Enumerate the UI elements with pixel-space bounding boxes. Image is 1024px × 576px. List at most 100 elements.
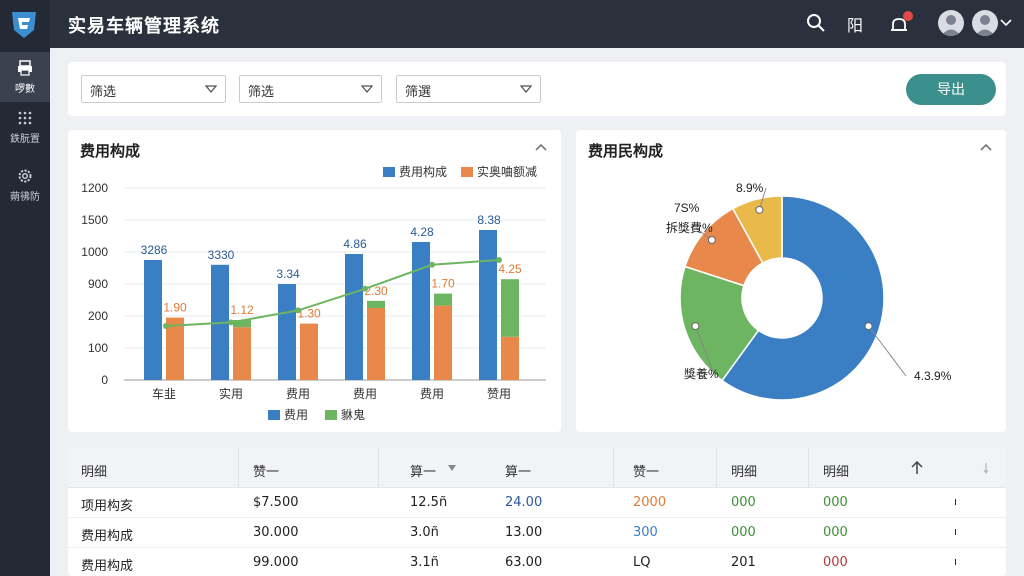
app-title: 实易车辆管理系统 <box>68 16 220 37</box>
export-button[interactable]: 导出 <box>906 74 996 105</box>
column-header[interactable]: 赞一 <box>253 461 279 480</box>
arrow-up-icon[interactable] <box>911 461 923 475</box>
top-bar: 实易车辆管理系统 阳 <box>50 0 1024 48</box>
search-icon[interactable] <box>805 12 827 34</box>
y-tick-label: 1000 <box>81 245 108 259</box>
table-cell: 201 <box>731 555 756 570</box>
user-icon <box>975 15 995 36</box>
user-icon <box>941 15 961 36</box>
column-header[interactable]: 算一 <box>410 461 436 480</box>
sidebar-item-system[interactable]: 蒴彿防 <box>0 160 50 210</box>
bar-data-label: 3330 <box>208 248 235 262</box>
sidebar-item-dashboard[interactable]: 啰數 <box>0 52 50 102</box>
x-tick-label: 费用 <box>353 387 377 401</box>
legend-label: 实奥㖆额减 <box>477 164 537 179</box>
trend-point <box>163 323 169 329</box>
legend-label: 貅鬼 <box>341 407 365 422</box>
table-cell: 000 <box>823 525 848 540</box>
layout-toggle-button[interactable]: 阳 <box>847 12 863 36</box>
column-header[interactable]: 明细 <box>731 461 757 480</box>
column-divider <box>613 448 614 488</box>
column-header[interactable]: 算一 <box>505 461 531 480</box>
bar-orange <box>367 308 385 380</box>
arrow-down-icon[interactable] <box>983 462 989 474</box>
table-cell: LQ <box>633 555 651 570</box>
x-tick-label: 实用 <box>219 386 243 401</box>
table-cell: 000 <box>731 495 756 510</box>
bar-orange <box>501 336 519 380</box>
callout-dot <box>691 322 700 331</box>
bar-green <box>367 300 385 308</box>
x-tick-label: 费用 <box>420 387 444 401</box>
slice-label: 7S% <box>674 201 700 215</box>
bar-data-label: 4.25 <box>498 262 522 276</box>
sidebar-item-label: 鉄朊置 <box>10 134 40 145</box>
donut-chart-card: 费用民构成 4.3.9% 獎養% 拆獎費% 8.9% 7S% <box>576 130 1006 432</box>
avatar[interactable] <box>938 10 964 36</box>
y-tick-label: 900 <box>88 277 108 291</box>
printer-icon <box>18 60 32 76</box>
table-cell: 300 <box>633 525 658 540</box>
legend-swatch <box>268 410 280 420</box>
sort-down-icon[interactable] <box>448 465 456 471</box>
table-cell: 3.1ñ <box>410 555 439 570</box>
table-row[interactable]: 费用构成 99.000 3.1ñ 63.00 LQ 201 000 ı <box>68 548 1006 576</box>
y-tick-label: 1500 <box>81 213 108 227</box>
sidebar-item-settings[interactable]: 鉄朊置 <box>0 102 50 152</box>
bar-green <box>434 293 452 306</box>
table-cell: 24.00 <box>505 495 543 510</box>
table-cell: ı <box>954 555 958 568</box>
legend-swatch <box>461 167 473 177</box>
table-cell: 99.000 <box>253 555 299 570</box>
gear-icon <box>18 169 32 183</box>
filter-bar: 筛选 筛选 筛選 导出 <box>68 62 1006 116</box>
y-tick-label: 1200 <box>81 181 108 195</box>
y-tick-label: 100 <box>88 341 108 355</box>
filter-select-2[interactable]: 筛选 <box>239 75 382 103</box>
filter-value: 筛选 <box>248 85 275 100</box>
trend-point <box>429 261 435 268</box>
chevron-down-icon <box>361 85 373 94</box>
donut-chart: 4.3.9% 獎養% 拆獎費% 8.9% 7S% <box>666 181 952 401</box>
table-cell: 13.00 <box>505 525 543 540</box>
trend-point <box>228 319 234 326</box>
bar-data-label: 8.38 <box>477 213 501 227</box>
user-menu-avatar[interactable] <box>972 10 998 36</box>
trend-point <box>295 307 301 314</box>
filter-select-3[interactable]: 筛選 <box>396 75 541 103</box>
callout-dot <box>864 322 873 331</box>
bar-data-label: 1.90 <box>163 301 187 315</box>
bar-chart: 0 100 200 900 1000 1500 1200 3286 1.90 车韭 3330 1.12… <box>81 164 546 422</box>
x-tick-label: 费用 <box>286 387 310 401</box>
bar-data-label: 2.30 <box>364 284 388 298</box>
bar-blue <box>479 230 497 380</box>
bar-orange <box>233 327 251 380</box>
bar-blue <box>412 242 430 380</box>
bar-data-label: 3.34 <box>276 267 300 281</box>
x-tick-label: 赞用 <box>487 387 511 401</box>
notification-badge <box>903 11 913 21</box>
table-header: 明细 赞一 算一 算一 赞一 明细 明细 <box>68 448 1006 488</box>
bar-chart-card: 费用构成 0 100 200 900 1000 1500 1200 3286 1.90 车韭 333… <box>68 130 561 432</box>
column-header[interactable]: 明细 <box>823 461 849 480</box>
bar-blue <box>144 260 162 380</box>
table-cell: ı <box>954 525 958 538</box>
sidebar-item-label: 蒴彿防 <box>10 192 40 203</box>
legend-swatch <box>383 167 395 177</box>
column-header[interactable]: 明细 <box>81 461 107 480</box>
logo-icon <box>12 12 36 38</box>
chevron-down-icon[interactable] <box>1000 18 1012 28</box>
filter-value: 筛选 <box>90 85 117 100</box>
table-row[interactable]: 项用构亥 $7.500 12.5ñ 24.00 2000 000 000 ı <box>68 488 1006 518</box>
y-tick-label: 0 <box>101 373 108 387</box>
filter-select-1[interactable]: 筛选 <box>81 75 226 103</box>
trend-point <box>496 257 502 263</box>
legend-label: 费用 <box>284 408 308 422</box>
chevron-down-icon <box>205 85 217 94</box>
legend-label: 费用构成 <box>399 164 447 179</box>
table-row[interactable]: 费用构成 30.000 3.0ñ 13.00 300 000 000 ı <box>68 518 1006 548</box>
column-header[interactable]: 赞一 <box>633 461 659 480</box>
table-cell: 项用构亥 <box>81 499 134 514</box>
column-divider <box>238 448 239 488</box>
table-cell: 费用构成 <box>81 559 134 574</box>
